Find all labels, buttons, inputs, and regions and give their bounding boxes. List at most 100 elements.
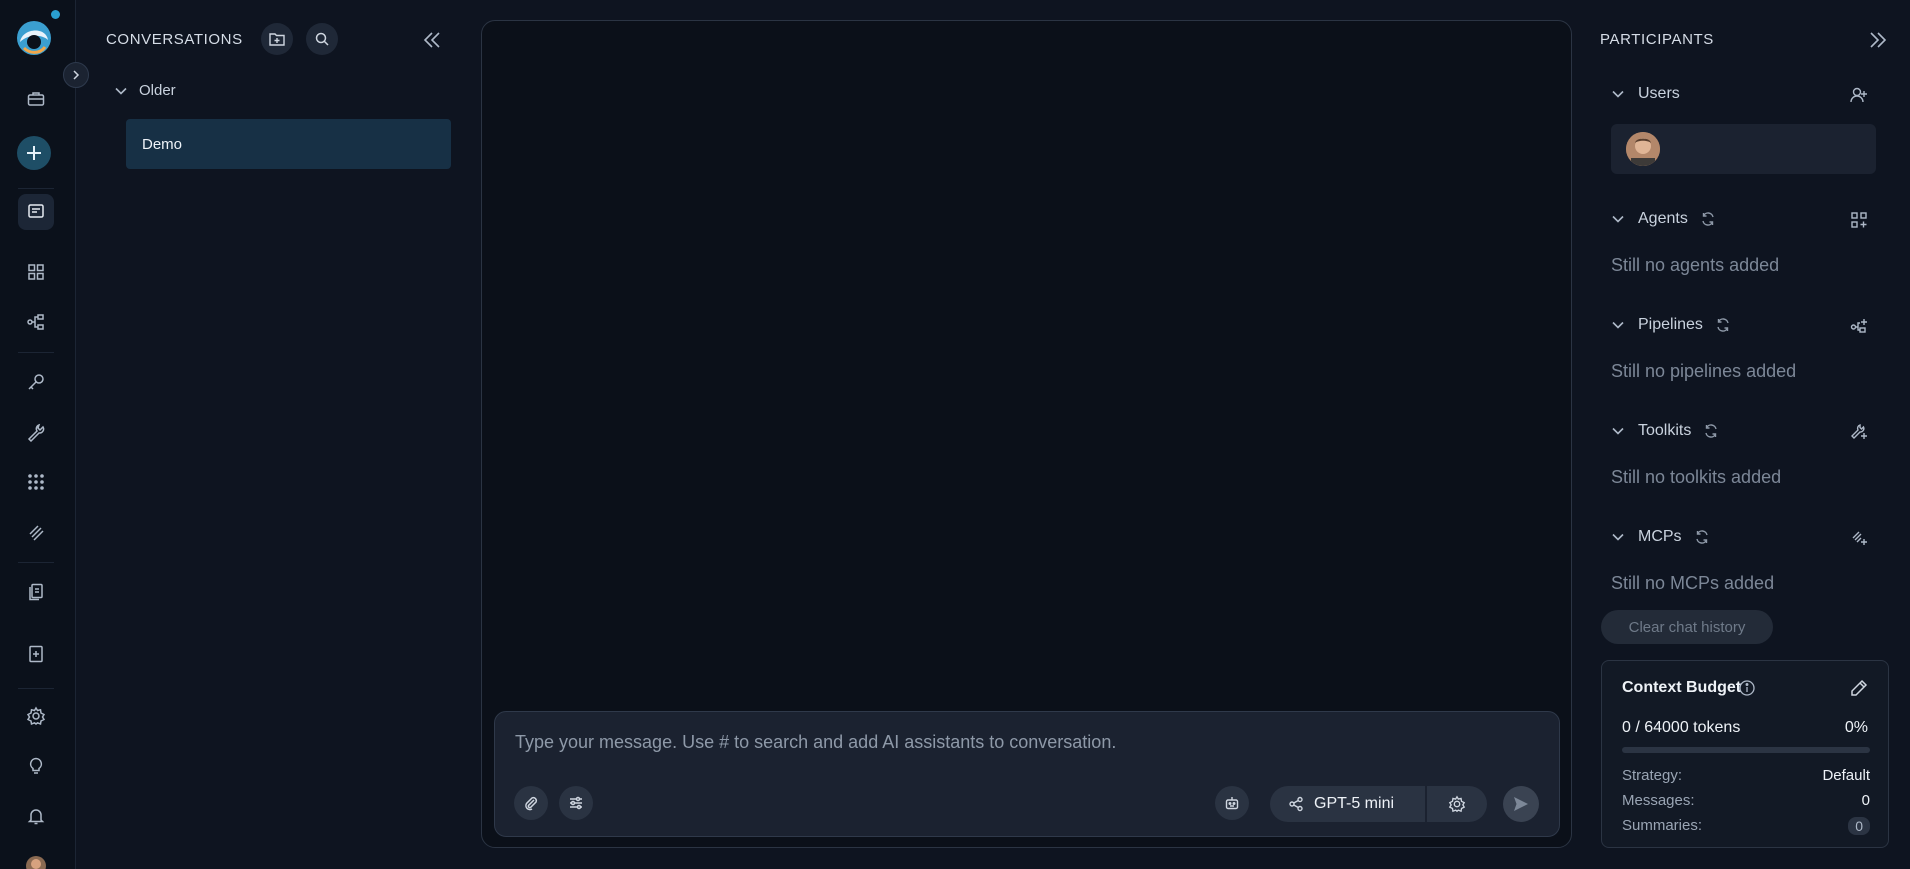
chat-icon[interactable] xyxy=(18,194,54,230)
token-progress-bar xyxy=(1622,747,1870,753)
mcps-empty-text: Still no MCPs added xyxy=(1611,573,1775,593)
chevrons-left-icon xyxy=(423,32,440,48)
left-rail xyxy=(0,0,89,869)
agents-section-toggle[interactable]: Agents xyxy=(1610,210,1716,228)
user-avatar[interactable] xyxy=(26,856,46,869)
conversation-item[interactable]: Demo xyxy=(126,119,451,169)
edit-pencil-icon[interactable] xyxy=(1849,678,1869,698)
add-document-icon[interactable] xyxy=(18,636,54,672)
folder-plus-icon xyxy=(269,33,285,46)
mcps-section-toggle[interactable]: MCPs xyxy=(1610,528,1710,546)
participants-title: PARTICIPANTS xyxy=(1600,31,1714,48)
mcp-plus-icon xyxy=(1852,531,1867,545)
search-conversations-button[interactable] xyxy=(306,23,338,55)
paperclip-stack-icon[interactable] xyxy=(18,514,54,550)
chevron-down-icon xyxy=(1612,533,1624,541)
chevron-down-icon xyxy=(1612,427,1624,435)
add-pipeline-button[interactable] xyxy=(1848,315,1870,337)
pipeline-icon[interactable] xyxy=(18,304,54,340)
apps-grid-icon[interactable] xyxy=(18,464,54,500)
pipelines-section-toggle[interactable]: Pipelines xyxy=(1610,316,1731,334)
settings-sliders-button[interactable] xyxy=(559,786,593,820)
key-icon[interactable] xyxy=(18,364,54,400)
collapse-participants-button[interactable] xyxy=(1866,28,1890,52)
agents-section-label: Agents xyxy=(1638,210,1688,227)
message-composer[interactable]: Type your message. Use # to search and a… xyxy=(494,711,1560,837)
toolkits-empty-text: Still no toolkits added xyxy=(1611,467,1782,487)
assistant-button[interactable] xyxy=(1215,786,1249,820)
conversation-item-label: Demo xyxy=(142,135,183,153)
notification-dot xyxy=(51,10,60,19)
user-plus-icon xyxy=(1850,87,1867,103)
strategy-row: Strategy: Default xyxy=(1622,767,1870,784)
token-count: 0 / 64000 tokens xyxy=(1622,719,1741,736)
summaries-row: Summaries: 0 xyxy=(1622,817,1870,835)
search-icon xyxy=(315,32,329,46)
wrench-icon[interactable] xyxy=(18,414,54,450)
conversations-title: CONVERSATIONS xyxy=(106,31,243,48)
paperclip-icon xyxy=(525,796,538,811)
share-nodes-icon xyxy=(1289,796,1303,812)
chevron-down-icon xyxy=(1612,321,1624,329)
new-folder-button[interactable] xyxy=(261,23,293,55)
strategy-value: Default xyxy=(1822,767,1870,784)
sliders-icon xyxy=(570,796,582,810)
chevron-down-icon xyxy=(115,87,127,95)
rail-divider xyxy=(18,352,54,353)
clear-chat-history-button[interactable]: Clear chat history xyxy=(1601,610,1773,644)
refresh-icon[interactable] xyxy=(1703,423,1719,439)
chevron-down-icon xyxy=(1612,90,1624,98)
grid-icon[interactable] xyxy=(18,254,54,290)
chevrons-right-icon xyxy=(1870,32,1887,48)
users-section-toggle[interactable]: Users xyxy=(1610,85,1680,103)
lightbulb-icon[interactable] xyxy=(18,748,54,784)
plus-icon xyxy=(27,146,41,160)
refresh-icon[interactable] xyxy=(1715,317,1731,333)
users-list xyxy=(1611,124,1876,174)
documents-icon[interactable] xyxy=(18,574,54,610)
token-percent: 0% xyxy=(1844,719,1868,736)
participants-panel: PARTICIPANTS Users Agents Still no agent… xyxy=(1590,0,1910,869)
summaries-label: Summaries: xyxy=(1622,817,1703,834)
add-mcp-button[interactable] xyxy=(1848,527,1870,549)
add-agent-button[interactable] xyxy=(1848,209,1870,231)
model-settings-button[interactable] xyxy=(1427,786,1487,822)
rail-divider xyxy=(18,188,54,189)
info-icon[interactable] xyxy=(1738,679,1756,697)
rail-divider xyxy=(18,562,54,563)
add-toolkit-button[interactable] xyxy=(1848,421,1870,443)
send-button[interactable] xyxy=(1503,786,1539,822)
attach-button[interactable] xyxy=(514,786,548,820)
app-root: CONVERSATIONS Older Demo Type your messa… xyxy=(0,0,1910,869)
rail-divider xyxy=(18,688,54,689)
users-section-label: Users xyxy=(1638,85,1680,102)
message-input[interactable]: Type your message. Use # to search and a… xyxy=(515,732,1116,753)
settings-gear-icon[interactable] xyxy=(18,698,54,734)
wrench-plus-icon xyxy=(1851,424,1867,439)
mcps-section-label: MCPs xyxy=(1638,528,1682,545)
messages-row: Messages: 0 xyxy=(1622,792,1870,809)
add-user-button[interactable] xyxy=(1848,84,1870,106)
toolkits-section-toggle[interactable]: Toolkits xyxy=(1610,422,1719,440)
expand-sidebar-button[interactable] xyxy=(63,62,89,88)
conversation-group-label: Older xyxy=(139,82,176,99)
app-logo-icon[interactable] xyxy=(14,18,54,58)
model-selector[interactable]: GPT-5 mini xyxy=(1270,786,1425,822)
refresh-icon[interactable] xyxy=(1694,529,1710,545)
refresh-icon[interactable] xyxy=(1700,211,1716,227)
bell-icon[interactable] xyxy=(18,798,54,834)
new-conversation-button[interactable] xyxy=(17,136,51,170)
chevron-right-icon xyxy=(73,70,80,80)
conversation-group-toggle[interactable]: Older xyxy=(113,82,176,99)
participant-avatar[interactable] xyxy=(1626,132,1660,166)
send-icon xyxy=(1514,797,1528,811)
pipeline-plus-icon xyxy=(1850,319,1867,333)
collapse-conversations-button[interactable] xyxy=(420,28,444,52)
messages-label: Messages: xyxy=(1622,792,1695,809)
strategy-label: Strategy: xyxy=(1622,767,1683,784)
briefcase-icon[interactable] xyxy=(18,81,54,117)
context-budget-card: Context Budget 0 / 64000 tokens 0% Strat… xyxy=(1601,660,1889,848)
context-budget-title: Context Budget xyxy=(1622,679,1742,696)
chevron-down-icon xyxy=(1612,215,1624,223)
pipelines-section-label: Pipelines xyxy=(1638,316,1703,333)
